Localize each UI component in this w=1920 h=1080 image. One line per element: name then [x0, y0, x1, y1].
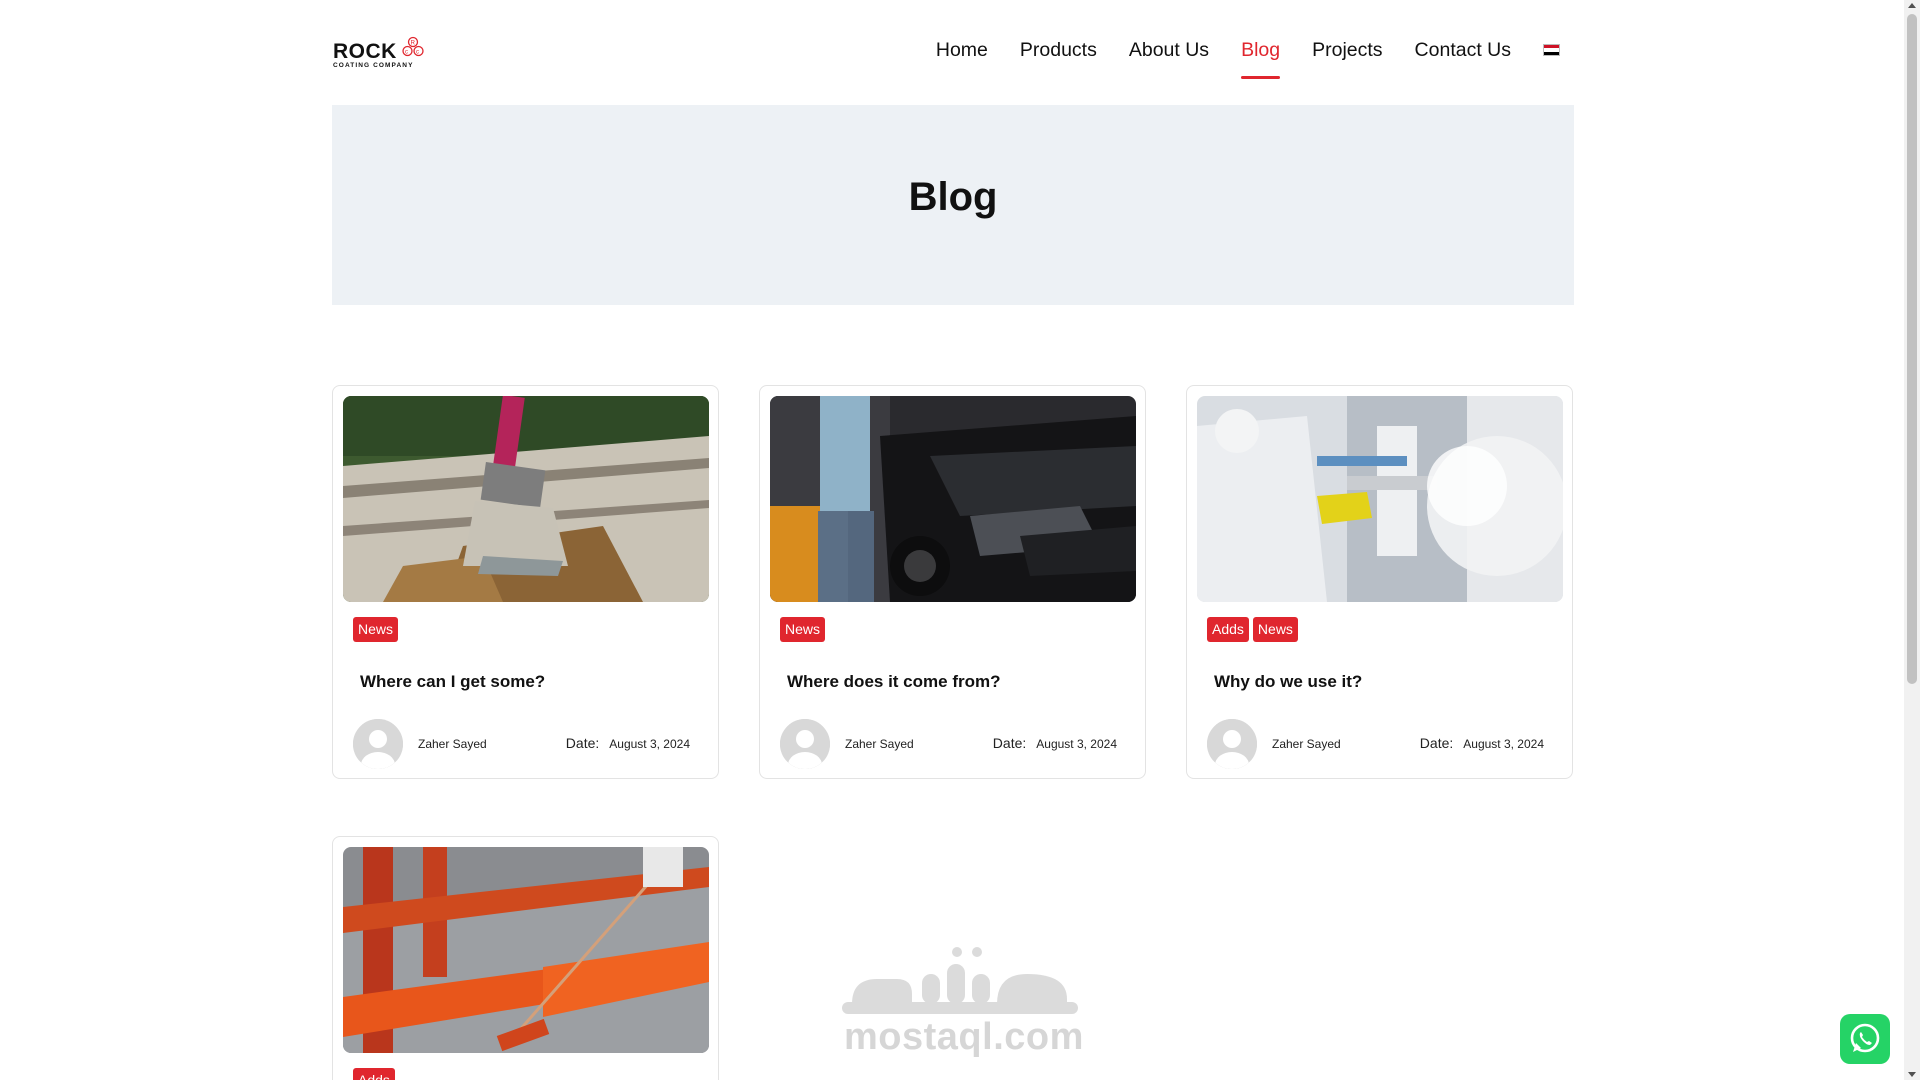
- date-value: August 3, 2024: [1463, 737, 1544, 751]
- post-date: Date: August 3, 2024: [1420, 735, 1544, 751]
- egypt-flag-icon[interactable]: [1543, 44, 1560, 56]
- user-avatar-icon: [353, 719, 403, 769]
- post-author: Zaher Sayed: [845, 737, 914, 751]
- post-tags: News: [780, 617, 829, 642]
- user-avatar-icon: [780, 719, 830, 769]
- tag-adds[interactable]: Adds: [1207, 617, 1249, 642]
- watermark-logo: mostaql.com: [842, 944, 1084, 1064]
- site-logo[interactable]: ROCK c c R COATING COMPANY: [333, 36, 429, 72]
- logo-wordmark: ROCK: [333, 40, 397, 63]
- watermark-arabic-logo: [842, 947, 1078, 1014]
- post-date: Date: August 3, 2024: [993, 735, 1117, 751]
- post-author: Zaher Sayed: [418, 737, 487, 751]
- blog-card[interactable]: Adds: [332, 836, 719, 1080]
- author-avatar: [780, 719, 830, 769]
- date-label: Date:: [565, 735, 600, 751]
- post-image[interactable]: [343, 847, 709, 1053]
- scroll-thumb[interactable]: [1907, 14, 1917, 684]
- car-detailing-illustration: [770, 396, 1136, 602]
- svg-text:R: R: [411, 41, 416, 47]
- logo-subtitle: COATING COMPANY: [333, 62, 414, 69]
- whatsapp-icon: [1850, 1023, 1880, 1053]
- tag-news[interactable]: News: [1252, 617, 1298, 642]
- powder-coating-illustration: [1197, 396, 1563, 602]
- tag-adds[interactable]: Adds: [353, 1068, 395, 1080]
- blog-card[interactable]: News Where can I get some? Zaher Sayed D…: [332, 385, 719, 779]
- nav-projects[interactable]: Projects: [1312, 36, 1382, 64]
- scroll-down-icon[interactable]: [1908, 1072, 1916, 1077]
- post-title[interactable]: Where can I get some?: [360, 672, 545, 692]
- post-image[interactable]: [343, 396, 709, 602]
- post-author: Zaher Sayed: [1272, 737, 1341, 751]
- post-title[interactable]: Where does it come from?: [787, 672, 1000, 692]
- author-avatar: [353, 719, 403, 769]
- page-hero: Blog: [332, 105, 1574, 305]
- post-date: Date: August 3, 2024: [566, 735, 690, 751]
- nav-contact-us[interactable]: Contact Us: [1415, 36, 1511, 64]
- svg-text:c: c: [416, 50, 419, 56]
- roller-painting-illustration: [343, 847, 709, 1053]
- post-image[interactable]: [1197, 396, 1563, 602]
- post-tags: News: [353, 617, 402, 642]
- date-label: Date:: [992, 735, 1027, 751]
- whatsapp-button[interactable]: [1840, 1014, 1890, 1064]
- nav-about-us[interactable]: About Us: [1129, 36, 1209, 64]
- main-nav: Home Products About Us Blog Projects Con…: [904, 36, 1560, 79]
- page-title: Blog: [908, 175, 998, 219]
- paint-brush-illustration: [343, 396, 709, 602]
- date-label: Date:: [1419, 735, 1454, 751]
- tag-news[interactable]: News: [353, 617, 399, 642]
- site-header: ROCK c c R COATING COMPANY Home Products…: [0, 0, 1904, 105]
- date-value: August 3, 2024: [1036, 737, 1117, 751]
- post-tags: Adds: [353, 1068, 399, 1080]
- watermark-text: mostaql.com: [844, 1016, 1084, 1058]
- blog-card[interactable]: Adds News Why do we use it? Zaher Sayed …: [1186, 385, 1573, 779]
- logo-mark-icon: c c R: [402, 36, 424, 57]
- scroll-up-icon[interactable]: [1908, 3, 1916, 8]
- post-image[interactable]: [770, 396, 1136, 602]
- tag-news[interactable]: News: [780, 617, 826, 642]
- date-value: August 3, 2024: [609, 737, 690, 751]
- user-avatar-icon: [1207, 719, 1257, 769]
- nav-blog[interactable]: Blog: [1241, 36, 1281, 79]
- author-avatar: [1207, 719, 1257, 769]
- page-scrollbar[interactable]: [1904, 0, 1920, 1080]
- post-title[interactable]: Why do we use it?: [1214, 672, 1362, 692]
- post-tags: Adds News: [1207, 617, 1302, 642]
- nav-products[interactable]: Products: [1020, 36, 1097, 64]
- nav-home[interactable]: Home: [936, 36, 988, 64]
- svg-text:c: c: [405, 50, 408, 56]
- blog-card[interactable]: News Where does it come from? Zaher Saye…: [759, 385, 1146, 779]
